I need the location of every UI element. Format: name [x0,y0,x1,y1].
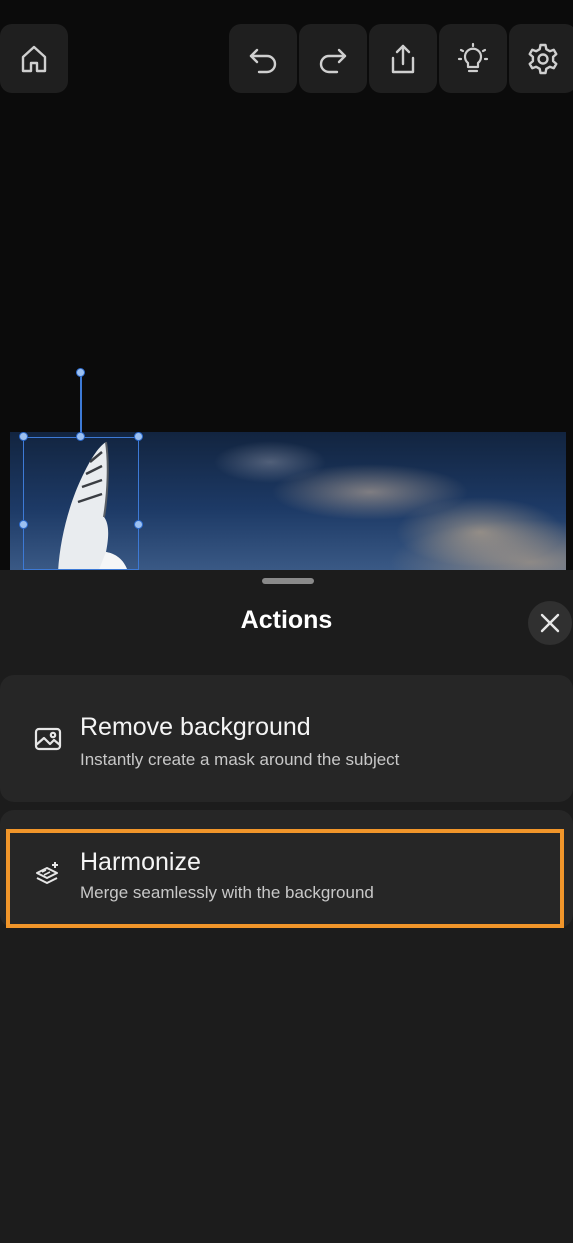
undo-button[interactable] [229,24,297,93]
sheet-title: Actions [240,606,333,634]
lightbulb-icon [457,42,489,72]
image-icon [34,727,62,751]
resize-handle-middle-left[interactable] [19,520,28,529]
resize-handle-middle-right[interactable] [134,520,143,529]
resize-handle-top-left[interactable] [19,432,28,441]
action-title: Remove background [80,713,311,741]
settings-button[interactable] [509,24,573,93]
resize-handle-top-right[interactable] [134,432,143,441]
sheet-grabber[interactable] [262,578,314,584]
actions-sheet: Actions Remove background Instantly crea… [0,570,573,1243]
redo-icon [319,48,347,73]
rotate-handle[interactable] [76,368,85,377]
tips-button[interactable] [439,24,507,93]
home-icon [21,45,47,72]
share-icon [391,44,415,73]
action-subtitle: Instantly create a mask around the subje… [80,750,400,769]
close-icon [540,613,560,633]
rotate-handle-stem [80,373,82,437]
redo-button[interactable] [299,24,367,93]
action-remove-background[interactable]: Remove background Instantly create a mas… [0,675,573,802]
highlight-frame [6,829,564,928]
selection-box[interactable] [23,437,139,570]
home-button[interactable] [0,24,68,93]
resize-handle-top-middle[interactable] [76,432,85,441]
gear-icon [528,43,558,74]
undo-icon [249,48,277,73]
close-button[interactable] [528,601,572,645]
share-button[interactable] [369,24,437,93]
